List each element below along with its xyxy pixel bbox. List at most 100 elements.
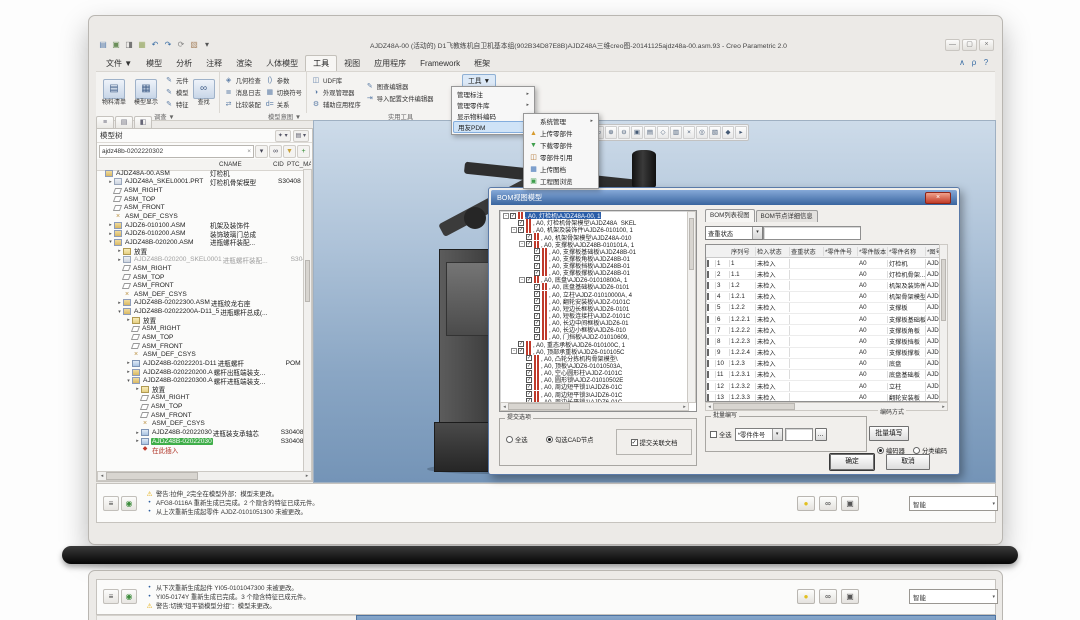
window-control-icon[interactable]: — (945, 39, 960, 51)
bom-tree-row[interactable]: ✓ , A0, 支撑板挡板\AJDZ48B-01 (501, 262, 688, 269)
bom-checkbox[interactable]: ✓ (510, 213, 516, 219)
panel-tab-icon[interactable]: ▤ (115, 116, 133, 129)
table-row[interactable]: 9 1.2.2.4 未检入 A0 支撑板撑板 AJDZ4 (706, 348, 940, 359)
batch-value-input[interactable] (785, 428, 813, 441)
submenu-item[interactable]: ▣工程图浏览 (525, 175, 597, 187)
tree-row[interactable]: ASM_DEF_CSYS (98, 420, 304, 429)
tree-row[interactable]: ▾ AJDZ48B-02022200A-D11_5 进瓶螺杆总成(... (98, 307, 304, 316)
tree-row[interactable]: ▸ AJDZ48A_SKEL0001.PRT 灯检机骨架模型 S30408 (98, 178, 304, 187)
bom-tree-row[interactable]: - ✓ , A0, 灯检机\AJDZ48A-00, 1 (501, 212, 688, 219)
bom-checkbox[interactable]: ✓ (518, 348, 524, 354)
tree-row[interactable]: ASM_DEF_CSYS (98, 290, 304, 299)
expander-icon[interactable]: ▸ (116, 300, 123, 306)
ribbon-item[interactable]: d=关系 (265, 98, 302, 110)
bom-expander-icon[interactable]: - (503, 213, 509, 219)
table-row[interactable]: 3 1.2 未检入 A0 机架及装饰件 AJDZ6 (706, 280, 940, 291)
row-checkbox[interactable] (707, 360, 709, 367)
menubar-icon[interactable]: ? (980, 57, 992, 69)
scroll-left-icon[interactable]: ◂ (98, 473, 106, 479)
clear-search-icon[interactable]: × (247, 148, 251, 155)
table-vscroll-thumb[interactable] (941, 259, 946, 321)
menu-tab[interactable]: 分析 (169, 56, 199, 71)
tree-row[interactable]: ASM_TOP (98, 333, 304, 342)
ribbon-item[interactable]: ▦切换符号 (265, 86, 302, 98)
bom-expander-icon[interactable] (527, 270, 533, 276)
bom-tree-hscroll-thumb[interactable] (508, 403, 570, 410)
ribbon-item[interactable]: ≣消息日志 (224, 86, 261, 98)
table-row[interactable]: 7 1.2.2.2 未检入 A0 支撑板角板 AJDZ4 (706, 325, 940, 336)
status-tool-icon[interactable]: ● (797, 589, 815, 604)
menu-tab[interactable]: 渲染 (229, 56, 259, 71)
bom-checkbox[interactable]: ✓ (526, 234, 532, 240)
bom-tree-row[interactable]: ✓ , A0, 灯检机骨架模型\AJDZ48A_SKEL (501, 219, 688, 226)
tree-row[interactable]: ▸ AJDZ6-010200.ASM 装饰玻璃门总成 (98, 229, 304, 238)
ribbon-item[interactable]: ✎模型 (164, 86, 189, 98)
expander-icon[interactable]: ▸ (107, 222, 114, 228)
message-tool-icon[interactable]: ≡ (103, 589, 119, 604)
search-tool-icon[interactable]: ∞ (269, 145, 282, 158)
bom-checkbox[interactable]: ✓ (534, 291, 540, 297)
ribbon-item[interactable]: ✎元件 (164, 74, 189, 86)
scroll-right-icon[interactable]: ▸ (303, 473, 311, 479)
tree-row[interactable]: ASM_TOP (98, 273, 304, 282)
table-row[interactable]: 10 1.2.3 未检入 A0 底盘 AJDZ6 (706, 359, 940, 370)
tree-col-cname[interactable]: CNAME (219, 161, 273, 168)
cancel-button[interactable]: 取消 (886, 454, 930, 470)
dialog-close-icon[interactable]: × (925, 192, 951, 204)
col-checkin[interactable]: 检入状态 (756, 247, 790, 256)
bom-tree-row[interactable]: - ✓ , A0, 支撑板\AJDZ48B-010101A, 1 (501, 241, 688, 248)
submenu-item[interactable]: ▼下载零部件 (525, 139, 597, 151)
menu-tab[interactable]: 应用程序 (367, 56, 413, 71)
tree-row[interactable]: ▸ AJDZ48B-020220200.A 螺杆出瓶端装支... (98, 368, 304, 377)
bom-tree-row[interactable]: ✓ , A0, 长边小框板\AJDZ6-010 (501, 326, 688, 333)
tree-row[interactable]: ASM_RIGHT (98, 264, 304, 273)
bom-button[interactable]: ▤ 物料清单 (99, 78, 129, 107)
panel-tab-icon[interactable]: ◧ (134, 116, 152, 129)
tree-col-mat[interactable]: PTC_MAT (287, 161, 311, 168)
expander-icon[interactable]: ▸ (116, 248, 123, 254)
batch-field-combo[interactable]: *零件件号 ▾ (735, 428, 783, 441)
chevron-down-icon[interactable]: ▾ (992, 501, 997, 507)
ribbon-item[interactable]: ⇥导入配置文件编辑器 (365, 92, 434, 104)
bom-expander-icon[interactable]: - (511, 227, 517, 233)
tree-row[interactable]: ▸ 放置 (98, 316, 304, 325)
tree-row[interactable]: ASM_FRONT (98, 281, 304, 290)
tree-row[interactable]: ▾ AJDZ48B-020200.ASM 进瓶螺杆装配... (98, 238, 304, 247)
table-vscrollbar[interactable] (939, 244, 948, 402)
bom-expander-icon[interactable] (519, 370, 525, 376)
search-tool-icon[interactable]: ▾ (255, 145, 268, 158)
ribbon-item[interactable]: ◑外观管理器 (311, 86, 361, 98)
bom-tree-row[interactable]: ✓ , A0, 翻轮安装板\AJDZ-0101C (501, 298, 688, 305)
filter-combo[interactable]: 查重状态 ▾ (705, 226, 763, 240)
bom-tree-row[interactable]: ✓ , A0, 机架骨架模型\AJDZ48A-010 (501, 233, 688, 240)
row-checkbox[interactable] (707, 316, 709, 323)
bom-tree-row[interactable]: ✓ , A0, 长边中间框板\AJDZ6-01 (501, 319, 688, 326)
bom-tree-row[interactable]: ✓ , A0, 圆形锁\AJDZ-01010502E (501, 376, 688, 383)
expander-icon[interactable]: ▸ (107, 179, 114, 185)
menubar-icon[interactable]: ∧ (956, 57, 968, 69)
menu-tab[interactable]: 模型 (139, 56, 169, 71)
table-hscroll-thumb[interactable] (713, 403, 795, 410)
table-row[interactable]: 11 1.2.3.1 未检入 A0 底盘基础板 AJDZ6 (706, 370, 940, 381)
scroll-right-icon[interactable]: ▸ (681, 404, 688, 410)
menu-tab[interactable]: Framework (413, 56, 467, 71)
expander-icon[interactable]: ▸ (125, 369, 132, 375)
bom-checkbox[interactable]: ✓ (534, 305, 540, 311)
row-checkbox[interactable] (707, 282, 709, 289)
menu-item[interactable]: 管理零件库▸ (453, 99, 533, 110)
viewport-tool-icon[interactable]: ▥ (670, 126, 682, 139)
row-checkbox[interactable] (707, 371, 709, 378)
tree-row[interactable]: ASM_RIGHT (98, 186, 304, 195)
bom-expander-icon[interactable] (519, 363, 525, 369)
quick-access-icon[interactable]: ▤ (97, 39, 109, 51)
scroll-left-icon[interactable]: ◂ (706, 404, 713, 410)
tree-row[interactable]: ▸ AJDZ48B-02022030 S30408 (98, 437, 304, 446)
status-tool-icon[interactable]: ∞ (819, 589, 837, 604)
bom-checkbox[interactable]: ✓ (526, 384, 532, 390)
bom-expander-icon[interactable] (519, 355, 525, 361)
bom-expander-icon[interactable] (527, 263, 533, 269)
menu-tab[interactable]: 工具 (305, 55, 337, 71)
chevron-down-icon[interactable]: ▾ (772, 429, 782, 440)
viewport-tool-icon[interactable]: ⊖ (618, 126, 630, 139)
expander-icon[interactable]: ▾ (116, 309, 123, 315)
